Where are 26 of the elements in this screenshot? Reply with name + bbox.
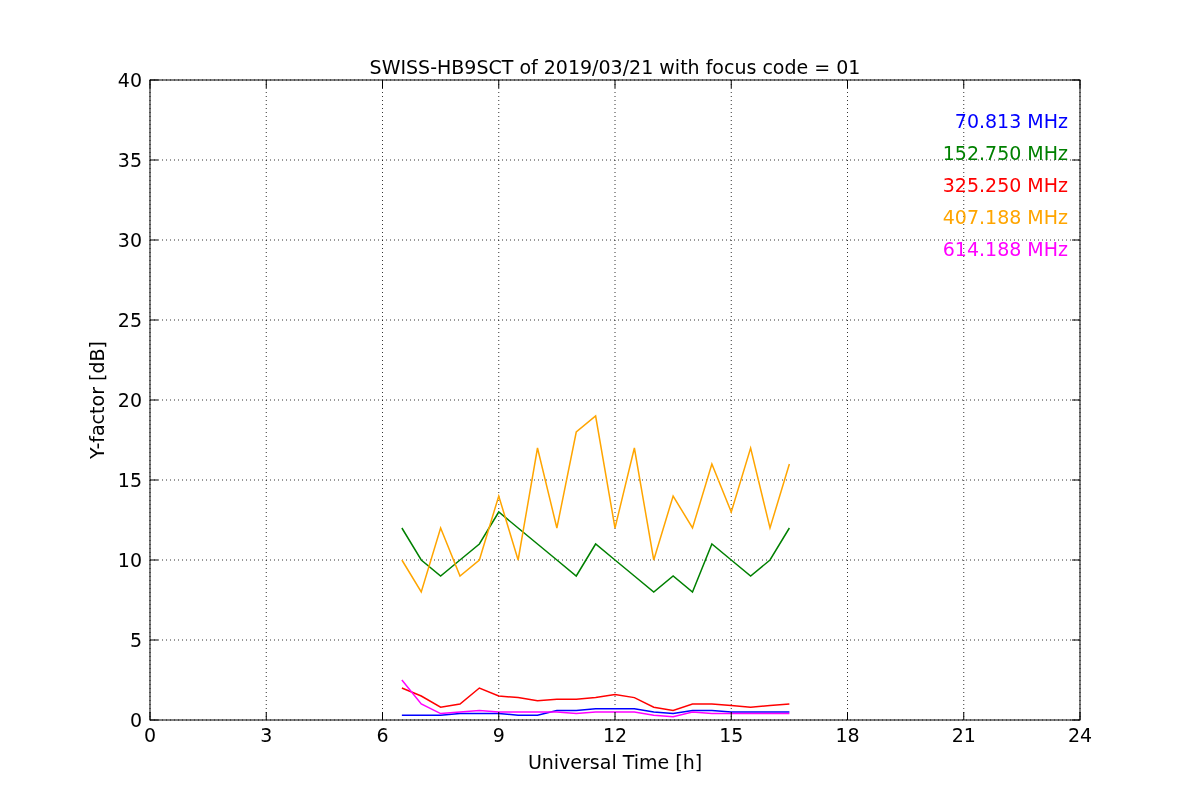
- y-tick-label: 15: [117, 469, 142, 491]
- y-tick-label: 25: [117, 309, 142, 331]
- y-axis-label: Y-factor [dB]: [86, 341, 108, 459]
- y-tick-label: 0: [129, 709, 142, 731]
- x-tick-label: 24: [1067, 724, 1093, 746]
- x-tick-label: 21: [951, 724, 976, 746]
- x-tick-label: 18: [835, 724, 860, 746]
- x-tick-label: 6: [376, 724, 389, 746]
- legend-label: 325.250 MHz: [942, 174, 1068, 196]
- x-tick-label: 3: [260, 724, 273, 746]
- y-tick-label: 40: [117, 69, 142, 91]
- y-tick-label: 5: [129, 629, 142, 651]
- x-tick-label: 9: [492, 724, 505, 746]
- x-axis-label: Universal Time [h]: [527, 751, 703, 773]
- x-tick-label: 15: [719, 724, 744, 746]
- legend-label: 70.813 MHz: [954, 110, 1068, 132]
- legend-label: 614.188 MHz: [942, 238, 1068, 260]
- x-tick-label: 0: [143, 724, 157, 746]
- y-tick-label: 35: [117, 149, 142, 171]
- y-tick-label: 10: [117, 549, 142, 571]
- x-tick-label: 12: [602, 724, 628, 746]
- chart-title: SWISS-HB9SCT of 2019/03/21 with focus code = 01: [369, 56, 861, 78]
- y-tick-label: 30: [117, 229, 142, 251]
- legend-label: 152.750 MHz: [942, 142, 1068, 164]
- y-tick-label: 20: [117, 389, 142, 411]
- legend-label: 407.188 MHz: [942, 206, 1068, 228]
